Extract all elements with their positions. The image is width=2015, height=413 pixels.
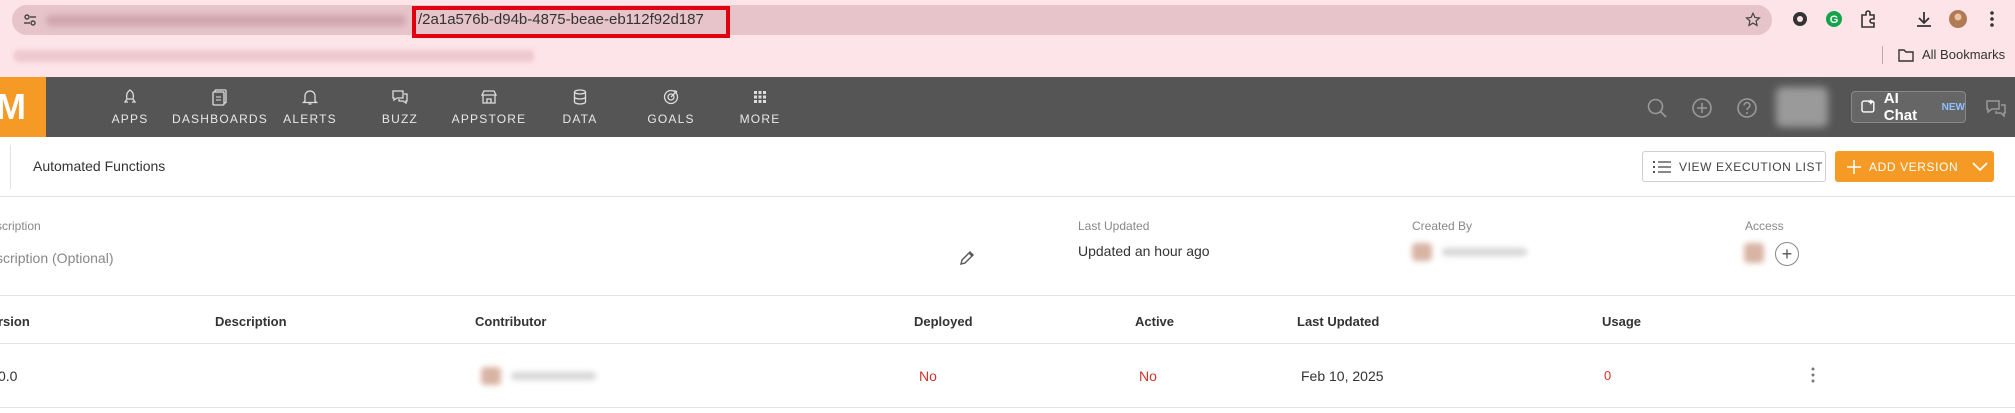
nav-alerts[interactable]: ALERTS [283, 77, 337, 137]
subheader-divider [10, 145, 11, 189]
target-icon [663, 89, 679, 105]
table-row[interactable]: 0.0 No No Feb 10, 2025 0 [0, 344, 2015, 408]
column-header-usage[interactable]: Usage [1602, 314, 1641, 329]
address-bar[interactable]: /2a1a576b-d94b-4875-beae-eb112f92d187 [12, 5, 1772, 38]
page-title: Automated Functions [33, 158, 166, 174]
column-header-description[interactable]: Description [215, 314, 287, 329]
nav-data[interactable]: DATA [561, 77, 599, 137]
site-settings-icon[interactable] [22, 12, 38, 28]
add-version-label: ADD VERSION [1869, 159, 1959, 174]
download-icon[interactable] [1914, 9, 1934, 29]
nav-data-label: DATA [562, 112, 598, 126]
cell-deployed: No [919, 368, 937, 384]
last-updated-label: Last Updated [1078, 219, 1150, 233]
rocket-icon [123, 89, 137, 103]
nav-alerts-label: ALERTS [283, 112, 337, 126]
cell-usage[interactable]: 0 [1604, 368, 1611, 383]
column-header-contributor[interactable]: Contributor [475, 314, 546, 329]
row-menu-icon[interactable] [1810, 366, 1816, 384]
store-icon [480, 90, 498, 104]
ai-chat-sparkle-icon [1861, 99, 1875, 113]
grid-icon [754, 91, 766, 103]
created-by-user-redacted [1412, 243, 1532, 261]
nav-buzz[interactable]: BUZZ [381, 77, 419, 137]
help-icon[interactable] [1736, 97, 1758, 119]
nav-more-label: MORE [739, 112, 781, 126]
app-header: M APPS DASHBOARDS ALERTS BUZZ APPSTORE D… [0, 77, 2015, 137]
dashboards-icon [212, 89, 227, 106]
column-header-last-updated[interactable]: Last Updated [1297, 314, 1379, 329]
url-highlight-box [412, 6, 730, 38]
cell-last-updated: Feb 10, 2025 [1301, 368, 1384, 384]
column-header-active[interactable]: Active [1135, 314, 1174, 329]
chevron-down-icon[interactable] [1972, 161, 1988, 172]
url-prefix-redacted [46, 15, 406, 26]
chat-panel-icon[interactable] [1985, 97, 2007, 119]
list-icon [1653, 160, 1671, 173]
versions-table-header: rsion Description Contributor Deployed A… [0, 296, 2015, 344]
bookmarks-divider [1882, 46, 1883, 64]
nav-appstore[interactable]: APPSTORE [452, 77, 525, 137]
plus-icon [1847, 159, 1861, 174]
nav-dashboards[interactable]: DASHBOARDS [171, 77, 269, 137]
bell-icon [301, 90, 319, 105]
nav-buzz-label: BUZZ [381, 112, 419, 126]
folder-icon [1898, 48, 1914, 62]
nav-goals[interactable]: GOALS [647, 77, 695, 137]
access-user-avatar-redacted [1744, 243, 1764, 263]
add-access-button[interactable]: + [1775, 242, 1799, 266]
nav-apps[interactable]: APPS [107, 77, 153, 137]
extension-gear-icon[interactable] [1790, 9, 1810, 29]
function-info-section: scription scription (Optional) Last Upda… [0, 197, 2015, 296]
nav-apps-label: APPS [111, 112, 149, 126]
extensions-puzzle-icon[interactable] [1858, 9, 1878, 29]
nav-appstore-label: APPSTORE [451, 112, 527, 126]
access-label: Access [1745, 219, 1784, 233]
pencil-edit-icon[interactable] [958, 249, 976, 267]
grammarly-icon[interactable]: G [1824, 9, 1844, 29]
all-bookmarks-label: All Bookmarks [1922, 47, 2006, 62]
nav-goals-label: GOALS [647, 112, 695, 126]
ai-chat-button[interactable]: AI Chat NEW [1851, 90, 1966, 124]
description-input[interactable]: scription (Optional) [0, 250, 114, 266]
profile-avatar-icon[interactable] [1948, 9, 1968, 29]
page-subheader: Automated Functions VIEW EXECUTION LIST … [0, 137, 2015, 197]
cell-active: No [1139, 368, 1157, 384]
ai-chat-new-badge: NEW [1941, 101, 1965, 113]
chat-bubbles-icon [392, 90, 408, 105]
search-icon[interactable] [1646, 97, 1668, 119]
bookmark-star-icon[interactable] [1744, 11, 1762, 29]
domo-logo[interactable]: M [0, 77, 46, 137]
all-bookmarks-button[interactable]: All Bookmarks [1898, 47, 2005, 62]
add-version-button[interactable]: ADD VERSION [1835, 151, 1994, 182]
nav-dashboards-label: DASHBOARDS [171, 112, 269, 126]
description-label: scription [0, 219, 41, 233]
browser-menu-icon[interactable] [1982, 9, 2002, 29]
browser-chrome: /2a1a576b-d94b-4875-beae-eb112f92d187 G … [0, 0, 2015, 77]
nav-more[interactable]: MORE [740, 77, 780, 137]
add-circle-icon[interactable] [1691, 97, 1713, 119]
last-updated-value: Updated an hour ago [1078, 243, 1210, 259]
created-by-label: Created By [1412, 219, 1473, 233]
view-execution-list-button[interactable]: VIEW EXECUTION LIST [1642, 151, 1826, 182]
column-header-version[interactable]: rsion [0, 314, 30, 329]
database-icon [573, 89, 587, 105]
svg-text:G: G [1830, 14, 1839, 26]
ai-chat-label: AI Chat [1883, 90, 1918, 124]
cell-version: 0.0 [0, 368, 18, 384]
user-avatar[interactable] [1776, 87, 1828, 127]
bookmarks-bar-redacted [14, 50, 534, 62]
cell-contributor-redacted [481, 367, 601, 385]
view-execution-list-label: VIEW EXECUTION LIST [1679, 159, 1824, 174]
column-header-deployed[interactable]: Deployed [914, 314, 973, 329]
